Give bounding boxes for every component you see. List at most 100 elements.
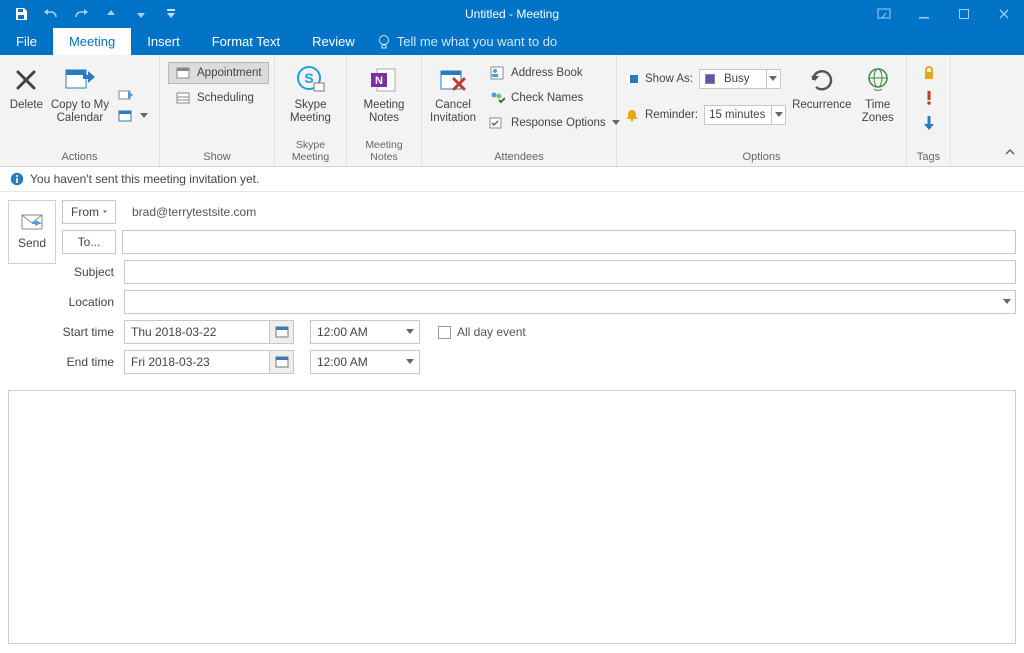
group-tags-label: Tags — [915, 149, 942, 166]
arrow-up-icon — [105, 8, 117, 20]
chevron-down-icon — [167, 9, 175, 19]
arrow-down-blue-icon — [923, 115, 935, 131]
appointment-icon — [176, 66, 190, 80]
delete-button[interactable]: Delete — [8, 59, 45, 112]
group-options-label: Options — [625, 149, 898, 166]
window-controls — [864, 0, 1024, 28]
tab-insert[interactable]: Insert — [131, 28, 196, 55]
delete-icon — [12, 66, 40, 94]
send-button[interactable]: Send — [8, 200, 56, 264]
group-skype-meeting: S Skype Meeting Skype Meeting — [275, 55, 347, 166]
tab-file[interactable]: File — [0, 28, 53, 55]
undo-icon — [43, 8, 59, 20]
show-as-icon — [625, 72, 639, 86]
start-date-field[interactable]: Thu 2018-03-22 — [124, 320, 294, 344]
close-button[interactable] — [984, 0, 1024, 28]
group-attendees-label: Attendees — [430, 149, 608, 166]
tab-format-text[interactable]: Format Text — [196, 28, 296, 55]
location-field[interactable] — [124, 290, 998, 314]
reminder-label: Reminder: — [645, 109, 698, 121]
start-time-field[interactable]: 12:00 AM — [310, 320, 420, 344]
maximize-button[interactable] — [944, 0, 984, 28]
qat-customize-button[interactable] — [160, 3, 182, 25]
ribbon-options-icon — [877, 8, 891, 20]
tab-review[interactable]: Review — [296, 28, 371, 55]
recurrence-icon — [807, 65, 837, 95]
chevron-down-icon — [140, 113, 148, 119]
info-bar: You haven't sent this meeting invitation… — [0, 167, 1024, 192]
private-button[interactable] — [922, 65, 936, 84]
tab-meeting[interactable]: Meeting — [53, 28, 131, 55]
appointment-button[interactable]: Appointment — [168, 62, 269, 84]
show-as-combo[interactable]: Busy — [699, 69, 781, 89]
cancel-invitation-button[interactable]: Cancel Invitation — [430, 59, 476, 125]
calendar-options-button[interactable] — [115, 107, 151, 125]
ribbon-tabs: File Meeting Insert Format Text Review T… — [0, 28, 1024, 55]
group-meeting-notes-label: Meeting Notes — [355, 137, 413, 166]
redo-button[interactable] — [70, 3, 92, 25]
send-label: Send — [18, 236, 46, 250]
group-actions-label: Actions — [8, 149, 151, 166]
group-skype-label: Skype Meeting — [283, 137, 338, 166]
group-meeting-notes: N Meeting Notes Meeting Notes — [347, 55, 422, 166]
undo-button[interactable] — [40, 3, 62, 25]
end-date-field[interactable]: Fri 2018-03-23 — [124, 350, 294, 374]
skype-meeting-button[interactable]: S Skype Meeting — [286, 59, 336, 125]
globe-icon — [864, 66, 892, 94]
group-actions: Delete Copy to My Calendar Actions — [0, 55, 160, 166]
copy-calendar-icon — [64, 65, 96, 95]
bell-icon — [625, 108, 639, 122]
all-day-checkbox[interactable]: All day event — [438, 325, 526, 339]
start-time-label: Start time — [62, 325, 118, 339]
to-field[interactable] — [122, 230, 1016, 254]
svg-text:N: N — [375, 75, 383, 87]
svg-text:S: S — [304, 70, 313, 86]
ribbon-display-options[interactable] — [864, 0, 904, 28]
meeting-body-editor[interactable] — [8, 390, 1016, 644]
envelope-icon — [21, 214, 43, 230]
time-zones-button[interactable]: Time Zones — [858, 59, 898, 125]
info-bar-text: You haven't sent this meeting invitation… — [30, 172, 259, 186]
calendar-picker-icon — [275, 355, 289, 369]
previous-item-button[interactable] — [100, 3, 122, 25]
chevron-down-icon — [406, 359, 414, 365]
next-item-button[interactable] — [130, 3, 152, 25]
location-dropdown[interactable] — [998, 290, 1016, 314]
meeting-form: Send From brad@terrytestsite.com To... S… — [0, 192, 1024, 384]
check-names-button[interactable]: Check Names — [482, 87, 627, 109]
address-book-button[interactable]: Address Book — [482, 62, 627, 84]
save-icon — [14, 7, 28, 21]
collapse-ribbon-button[interactable] — [1004, 146, 1016, 160]
group-tags: Tags — [907, 55, 951, 166]
copy-to-calendar-button[interactable]: Copy to My Calendar — [51, 59, 109, 125]
reminder-combo[interactable]: 15 minutes — [704, 105, 786, 125]
chevron-down-icon — [103, 209, 107, 215]
checkbox-icon — [438, 326, 451, 339]
minimize-button[interactable] — [904, 0, 944, 28]
skype-icon: S — [296, 65, 326, 95]
group-show: Appointment Scheduling Show — [160, 55, 275, 166]
recurrence-button[interactable]: Recurrence — [792, 59, 851, 112]
close-icon — [998, 8, 1010, 20]
meeting-notes-button[interactable]: N Meeting Notes — [359, 59, 409, 125]
response-options-button[interactable]: Response Options — [482, 112, 627, 134]
calendar-small-icon — [118, 109, 134, 123]
from-button[interactable]: From — [62, 200, 116, 224]
end-time-field[interactable]: 12:00 AM — [310, 350, 420, 374]
check-names-icon — [489, 91, 505, 105]
calendar-picker-icon — [275, 325, 289, 339]
lightbulb-icon — [377, 34, 391, 50]
subject-field[interactable] — [124, 260, 1016, 284]
tell-me-search[interactable]: Tell me what you want to do — [371, 28, 557, 55]
high-importance-button[interactable] — [924, 90, 934, 109]
forward-button[interactable] — [115, 86, 151, 104]
to-button[interactable]: To... — [62, 230, 116, 254]
onenote-icon: N — [369, 65, 399, 95]
cancel-invitation-icon — [438, 65, 468, 95]
low-importance-button[interactable] — [923, 115, 935, 134]
save-button[interactable] — [10, 3, 32, 25]
minimize-icon — [918, 8, 930, 20]
maximize-icon — [958, 8, 970, 20]
scheduling-button[interactable]: Scheduling — [168, 87, 269, 109]
arrow-down-icon — [135, 8, 147, 20]
